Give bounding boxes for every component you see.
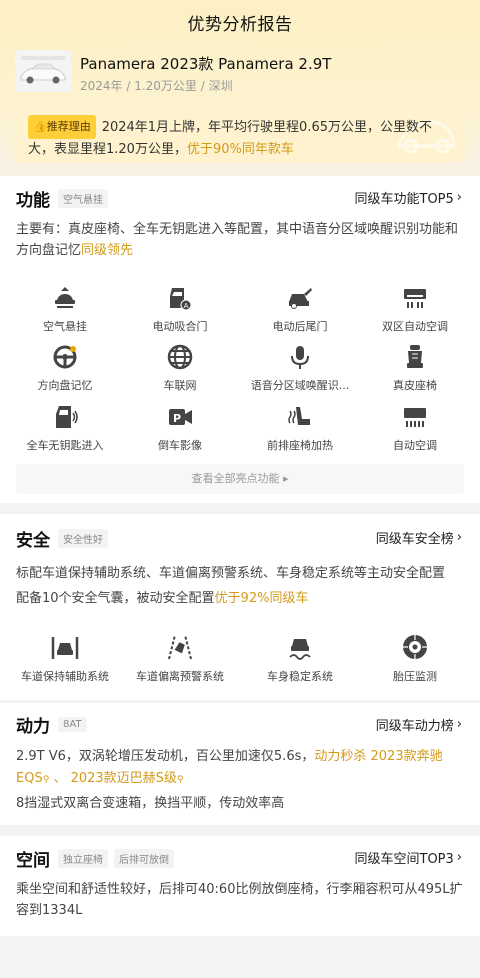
feature-auto-ac[interactable]: 自动空调	[355, 403, 475, 453]
function-title: 功能	[16, 190, 50, 211]
chevron-right-icon: ›	[456, 530, 462, 545]
safety-lane-departure[interactable]: 车道偏离预警系统	[120, 632, 240, 684]
connected-car-icon	[167, 344, 193, 370]
space-card: 空间 独立座椅 后排可放倒 同级车空间TOP3 › 乘坐空间和舒适性较好，后排可4…	[0, 836, 480, 936]
space-chip: 后排可放倒	[114, 848, 174, 868]
section-divider	[0, 825, 480, 836]
safety-ranking-link[interactable]: 同级车安全榜 ›	[376, 528, 462, 547]
power-tailgate-icon	[289, 288, 312, 309]
dual-zone-ac-icon	[404, 289, 426, 308]
safety-stability-control[interactable]: 车身稳定系统	[240, 632, 360, 684]
auto-ac-icon	[404, 408, 426, 427]
keyless-entry-icon	[56, 406, 78, 428]
section-divider	[0, 503, 480, 514]
tire-pressure-icon	[403, 635, 427, 659]
recommend-reason-text: 👍推荐理由 2024年1月上牌，年平均行驶里程0.65万公里，公里数不大，表显里…	[28, 115, 453, 161]
reverse-camera-icon: P	[169, 409, 192, 425]
function-card: 功能 空气悬挂 同级车功能TOP5 › 主要有：真皮座椅、全车无钥匙进入等配置，其…	[0, 176, 480, 503]
power-chip: 8AT	[58, 716, 87, 732]
feature-connected-car[interactable]: 车联网	[120, 343, 240, 393]
car-thumbnail[interactable]	[15, 50, 71, 92]
feature-voice-wake[interactable]: 语音分区域唤醒识...	[240, 343, 360, 393]
safety-card: 安全 安全性好 同级车安全榜 › 标配车道保持辅助系统、车道偏离预警系统、车身稳定…	[0, 514, 480, 700]
chevron-right-icon: ›	[456, 190, 462, 205]
safety-lane-keeping[interactable]: 车道保持辅助系统	[5, 632, 125, 684]
steering-memory-icon	[53, 345, 77, 369]
space-title: 空间	[16, 850, 50, 871]
bottom-spacer	[0, 936, 480, 978]
recommend-highlight: 优于90%同年款车	[186, 142, 294, 157]
safety-desc: 标配车道保持辅助系统、车道偏离预警系统、车身稳定系统等主动安全配置 配备10个安…	[16, 566, 446, 606]
feature-soft-close-door[interactable]: A 电动吸合门	[120, 284, 240, 334]
space-top3-link[interactable]: 同级车空间TOP3 ›	[355, 848, 463, 867]
power-desc: 2.9T V6，双涡轮增压发动机，百公里加速仅5.6s，动力秒杀 2023款奔驰…	[16, 749, 443, 786]
search-icon: ⚲	[176, 775, 184, 785]
safety-tire-pressure[interactable]: 胎压监测	[355, 632, 475, 684]
function-chip: 空气悬挂	[58, 188, 108, 208]
chevron-right-icon: ›	[456, 717, 462, 732]
feature-steering-memory[interactable]: 方向盘记忆	[5, 343, 125, 393]
feature-reverse-camera[interactable]: P 倒车影像	[120, 403, 240, 453]
space-chip: 独立座椅	[58, 848, 108, 868]
space-desc: 乘坐空间和舒适性较好，后排可40:60比例放倒座椅，行李厢容积可从495L扩容到…	[16, 882, 463, 918]
power-ranking-link[interactable]: 同级车动力榜 ›	[376, 715, 462, 734]
lane-keeping-icon	[51, 637, 79, 659]
recommend-tag: 👍推荐理由	[28, 115, 96, 139]
rival-link-maybach[interactable]: 2023款迈巴赫S级⚲	[71, 771, 184, 786]
leather-seat-icon	[407, 345, 423, 368]
chevron-right-icon: ›	[456, 850, 462, 865]
function-desc: 主要有：真皮座椅、全车无钥匙进入等配置，其中语音分区域唤醒识别功能和方向盘记忆同…	[16, 222, 459, 258]
voice-wake-icon	[291, 346, 309, 369]
power-card: 动力 8AT 同级车动力榜 › 2.9T V6，双涡轮增压发动机，百公里加速仅5.…	[0, 703, 480, 825]
feature-dual-zone-ac[interactable]: 双区自动空调	[355, 284, 475, 334]
feature-air-suspension[interactable]: 空气悬挂	[5, 284, 125, 334]
page-title: 优势分析报告	[187, 15, 293, 35]
feature-keyless-entry[interactable]: 全车无钥匙进入	[5, 403, 125, 453]
feature-seat-heating[interactable]: 前排座椅加热	[240, 403, 360, 453]
svg-text:A: A	[184, 302, 189, 310]
safety-title: 安全	[16, 530, 50, 551]
recommend-reason-box: 👍推荐理由 2024年1月上牌，年平均行驶里程0.65万公里，公里数不大，表显里…	[14, 104, 465, 162]
svg-text:P: P	[173, 412, 181, 425]
power-title: 动力	[16, 716, 50, 737]
soft-close-door-icon: A	[170, 288, 192, 311]
power-desc-2: 8挡湿式双离合变速箱，换挡平顺，传动效率高	[16, 796, 285, 811]
air-suspension-icon	[55, 287, 75, 308]
feature-power-tailgate[interactable]: 电动后尾门	[240, 284, 360, 334]
car-name: Panamera 2023款 Panamera 2.9T	[80, 55, 332, 73]
safety-chip: 安全性好	[58, 528, 108, 548]
function-top5-link[interactable]: 同级车功能TOP5 ›	[355, 188, 463, 207]
thumbs-up-icon: 👍	[33, 120, 47, 133]
car-meta: 2024年 / 1.20万公里 / 深圳	[80, 79, 233, 93]
lane-departure-icon	[168, 634, 192, 660]
view-all-features-button[interactable]: 查看全部亮点功能 ▸	[16, 464, 464, 494]
seat-heating-icon	[288, 407, 310, 425]
triangle-right-icon: ▸	[282, 472, 289, 485]
feature-leather-seat[interactable]: 真皮座椅	[355, 343, 475, 393]
stability-control-icon	[289, 639, 311, 660]
